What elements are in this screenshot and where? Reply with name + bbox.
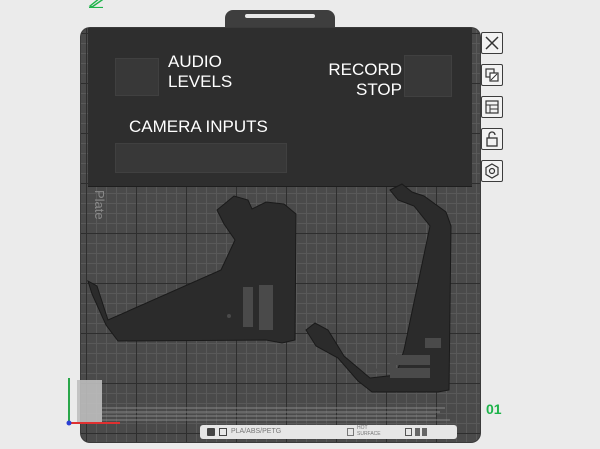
close-button[interactable]: [481, 32, 503, 54]
part-left-hole: [227, 314, 231, 318]
settings-icon: [485, 163, 499, 179]
arrange-icon: [485, 68, 499, 82]
plate-info-strip: PLA/ABS/PETG HOT SURFACE: [200, 425, 457, 439]
parts-layer: [66, 183, 452, 426]
plate-number[interactable]: 01: [486, 401, 502, 417]
indicator-icon: [415, 428, 420, 436]
indicator-icon: [422, 428, 427, 436]
part-left-slot: [259, 285, 273, 330]
filament-type: PLA/ABS/PETG: [231, 428, 282, 435]
layout-button[interactable]: [481, 96, 503, 118]
arrange-button[interactable]: [481, 64, 503, 86]
lock-button[interactable]: [481, 128, 503, 150]
hot-surface-label: HOT SURFACE: [357, 425, 381, 437]
part-right-slot: [390, 368, 430, 378]
part-right-slot: [425, 338, 441, 348]
indicator-icon: [405, 428, 412, 436]
origin-pad: [77, 380, 102, 422]
axis-origin: [66, 420, 72, 426]
part-right-hole: [376, 368, 380, 372]
part-left-slot: [243, 287, 253, 327]
settings-button[interactable]: [481, 160, 503, 182]
lock-icon: [486, 131, 498, 147]
filament-icon: [207, 428, 215, 436]
nozzle-icon: [219, 428, 227, 436]
layout-icon: [485, 100, 499, 114]
part-right-slot: [390, 355, 430, 365]
viewport-3d[interactable]: Plate AUDIO LEVELS RECORD STOP CAMERA IN…: [0, 0, 600, 449]
close-icon: [485, 36, 499, 50]
hot-surface-icon: [347, 428, 354, 436]
